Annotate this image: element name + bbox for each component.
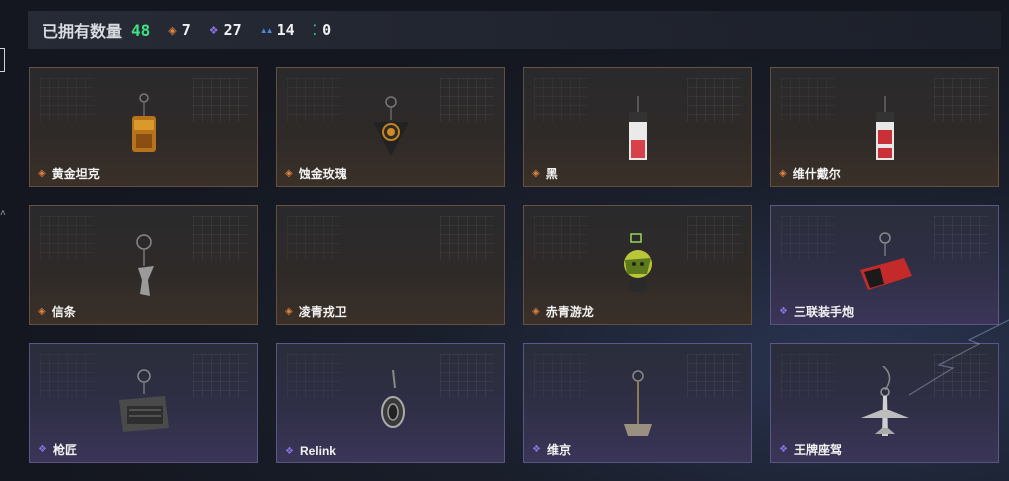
charm-label: ◈ 蚀金玫瑰 (285, 165, 347, 182)
gold-rose-charm-icon (372, 96, 409, 156)
relink-charm-icon (380, 369, 405, 428)
blue-rank-icon: ▲▲ (259, 25, 274, 35)
gunsmith-charm-icon (118, 369, 169, 432)
charm-label: ❖ 枪匠 (38, 441, 77, 458)
collapse-caret-icon[interactable]: ˄ (0, 208, 6, 219)
green-dots-icon: ⁚ (312, 21, 318, 38)
black-tag-charm-icon (628, 96, 647, 160)
charm-name: 王牌座驾 (793, 443, 842, 457)
creed-charm-icon (135, 234, 154, 296)
charm-label: ◈ 维什戴尔 (779, 165, 841, 182)
charm-name: 黑 (545, 167, 558, 181)
wisadel-tag-charm-icon (875, 96, 894, 160)
charm-name: 信条 (51, 305, 76, 319)
purple-diamond-icon: ❖ (208, 24, 219, 37)
orange-rarity-icon: ◈ (532, 306, 540, 317)
purple-rarity-icon: ❖ (38, 444, 47, 455)
side-panel-marker[interactable] (0, 48, 5, 72)
charm-name: 黄金坦克 (51, 167, 100, 181)
stat-blue: ▲▲ 14 (260, 21, 295, 39)
purple-rarity-icon: ❖ (779, 444, 788, 455)
owned-count-title: 已拥有数量 (42, 24, 123, 41)
stat-purple: ❖ 27 (209, 21, 242, 39)
charm-label: ◈ 信条 (38, 303, 76, 320)
charm-label: ❖ Relink (285, 444, 336, 458)
charm-card[interactable]: ◈ 蚀金玫瑰 (276, 67, 505, 187)
charm-label: ❖ 三联装手炮 (779, 303, 854, 320)
charm-card[interactable]: ◈ 黑 (523, 67, 752, 187)
charm-name: Relink (299, 444, 336, 458)
charm-card[interactable]: ◈ 黄金坦克 (29, 67, 258, 187)
charm-name: 蚀金玫瑰 (298, 167, 347, 181)
ace-jet-charm-icon (860, 366, 909, 436)
stat-orange: ◈ 7 (168, 21, 191, 39)
orange-rarity-icon: ◈ (779, 168, 787, 179)
charm-name: 维什戴尔 (792, 167, 841, 181)
charm-name: 凌青戎卫 (298, 305, 347, 319)
owned-count-total: 48 (131, 20, 151, 40)
orange-rarity-icon: ◈ (532, 168, 540, 179)
stat-green-count: 0 (322, 21, 332, 39)
triple-cannon-charm-icon (859, 232, 912, 290)
stat-purple-count: 27 (223, 21, 242, 39)
dragon-charm-icon (623, 233, 652, 292)
charm-label: ❖ 王牌座驾 (779, 441, 842, 458)
charm-card[interactable]: ◈ 维什戴尔 (770, 67, 999, 187)
stat-orange-count: 7 (181, 21, 191, 39)
stat-blue-count: 14 (276, 21, 295, 39)
orange-rarity-icon: ◈ (38, 168, 46, 179)
charm-card[interactable]: ❖ 三联装手炮 (770, 205, 999, 325)
charm-card[interactable]: ❖ Relink (276, 343, 505, 463)
orange-rarity-icon: ◈ (38, 306, 46, 317)
stat-green: ⁚ 0 (313, 21, 331, 39)
charm-name: 枪匠 (52, 443, 77, 457)
charm-card[interactable]: ❖ 枪匠 (29, 343, 258, 463)
charm-label: ◈ 黄金坦克 (38, 165, 100, 182)
purple-rarity-icon: ❖ (285, 445, 294, 457)
charm-label: ◈ 黑 (532, 165, 558, 182)
charm-name: 维京 (546, 443, 571, 457)
charm-name: 三联装手炮 (793, 305, 854, 319)
charm-card[interactable]: ◈ 凌青戎卫 (276, 205, 505, 325)
orange-rarity-icon: ◈ (285, 168, 293, 179)
charm-card[interactable]: ❖ 维京 (523, 343, 752, 463)
charm-label: ❖ 维京 (532, 441, 571, 458)
purple-rarity-icon: ❖ (779, 306, 788, 317)
charm-label: ◈ 赤青游龙 (532, 303, 594, 320)
orange-rarity-icon: ◈ (285, 306, 293, 317)
purple-rarity-icon: ❖ (532, 444, 541, 455)
charm-label: ◈ 凌青戎卫 (285, 303, 347, 320)
charm-name: 赤青游龙 (545, 305, 594, 319)
viking-axe-charm-icon (623, 370, 652, 436)
owned-count-bar: 已拥有数量 48 ◈ 7 ❖ 27 ▲▲ 14 ⁚ 0 (28, 11, 1001, 49)
golden-tank-charm-icon (131, 93, 156, 152)
charm-card[interactable]: ◈ 信条 (29, 205, 258, 325)
charm-card[interactable]: ◈ 赤青游龙 (523, 205, 752, 325)
orange-diamond-icon: ◈ (168, 24, 177, 37)
